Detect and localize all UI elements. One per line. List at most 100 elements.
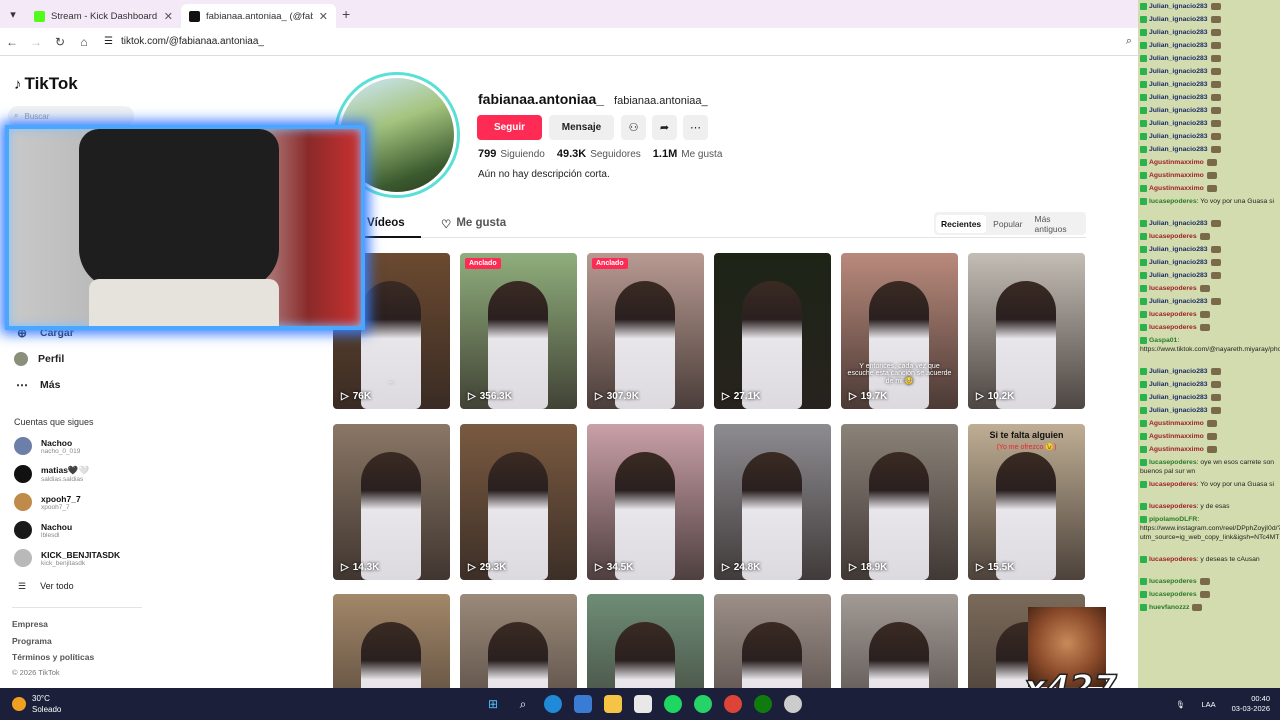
video-thumbnail[interactable]: ▷ 14.3K xyxy=(333,424,450,580)
stat-following[interactable]: 799 Siguiendo xyxy=(478,148,545,160)
chat-username[interactable]: Agustinmaxximo xyxy=(1149,172,1204,179)
footer-link-terms[interactable]: Términos y políticas xyxy=(12,652,94,662)
sort-popular[interactable]: Popular xyxy=(988,215,1027,233)
chrome-icon[interactable] xyxy=(724,695,742,713)
following-account[interactable]: matias🖤🤍 saldias.saldias xyxy=(14,465,89,483)
sidebar-item-more[interactable]: ⋯ Más xyxy=(14,378,60,392)
chat-username[interactable]: Julian_ignacio283 xyxy=(1149,259,1208,266)
video-thumbnail[interactable]: ▷ 24.8K xyxy=(714,424,831,580)
chat-username[interactable]: Julian_ignacio283 xyxy=(1149,381,1208,388)
chat-username[interactable]: lucasepoderes xyxy=(1149,481,1197,488)
chat-username[interactable]: Julian_ignacio283 xyxy=(1149,55,1208,62)
stat-followers[interactable]: 49.3K Seguidores xyxy=(557,148,641,160)
input-language[interactable]: LAA xyxy=(1201,700,1215,709)
new-tab-button[interactable]: + xyxy=(342,6,350,22)
reload-icon[interactable]: ↻ xyxy=(48,35,72,49)
chat-username[interactable]: lucasepoderes xyxy=(1149,556,1197,563)
following-account[interactable]: Nachoo nacho_0_019 xyxy=(14,437,80,455)
video-thumbnail[interactable]: Anclado ▷ 307.9K xyxy=(587,253,704,409)
chat-username[interactable]: Agustinmaxximo xyxy=(1149,159,1204,166)
tab-liked[interactable]: ♡ Me gusta xyxy=(441,217,506,231)
chat-username[interactable]: Julian_ignacio283 xyxy=(1149,133,1208,140)
chat-username[interactable]: Julian_ignacio283 xyxy=(1149,298,1208,305)
search-icon[interactable]: ⌕ xyxy=(514,695,532,713)
weather-widget[interactable]: 30°C Soleado xyxy=(12,693,61,715)
store-icon[interactable] xyxy=(574,695,592,713)
clock[interactable]: 00:40 03-03-2026 xyxy=(1232,694,1270,714)
message-button[interactable]: Mensaje xyxy=(549,115,614,140)
chat-username[interactable]: Julian_ignacio283 xyxy=(1149,42,1208,49)
chat-username[interactable]: Julian_ignacio283 xyxy=(1149,68,1208,75)
obs-icon[interactable] xyxy=(634,695,652,713)
chat-username[interactable]: lucasepoderes xyxy=(1149,198,1197,205)
chat-username[interactable]: Julian_ignacio283 xyxy=(1149,120,1208,127)
see-all-link[interactable]: ☰ Ver todo xyxy=(18,581,74,592)
windows-start-icon[interactable]: ⊞ xyxy=(484,695,502,713)
chat-username[interactable]: lucasepoderes xyxy=(1149,459,1197,466)
video-thumbnail[interactable]: ▷ 29.3K xyxy=(460,424,577,580)
tab-tiktok-profile[interactable]: fabianaa.antoniaa_ (@fabia ✕ xyxy=(181,4,336,28)
chat-username[interactable]: Julian_ignacio283 xyxy=(1149,220,1208,227)
tab-videos[interactable]: Vídeos xyxy=(367,217,405,229)
chat-username[interactable]: Julian_ignacio283 xyxy=(1149,146,1208,153)
edge-icon[interactable] xyxy=(544,695,562,713)
video-thumbnail[interactable]: ▷ 27.1K xyxy=(714,253,831,409)
sidebar-item-profile[interactable]: Perfil xyxy=(14,352,64,366)
chat-username[interactable]: Julian_ignacio283 xyxy=(1149,368,1208,375)
chat-username[interactable]: lucasepoderes xyxy=(1149,233,1197,240)
following-account[interactable]: xpooh7_7 xpooh7_7 xyxy=(14,493,81,511)
follow-button[interactable]: Seguir xyxy=(477,115,542,140)
video-thumbnail[interactable]: ▷ 34.5K xyxy=(587,424,704,580)
chat-username[interactable]: lucasepoderes xyxy=(1149,311,1197,318)
video-thumbnail[interactable]: ▷ 18.9K xyxy=(841,424,958,580)
footer-link-program[interactable]: Programa xyxy=(12,636,52,646)
more-options-icon[interactable]: ⋯ xyxy=(683,115,708,140)
home-icon[interactable]: ⌂ xyxy=(72,35,96,49)
following-account[interactable]: KICK_BENJITASDK kick_benjitasdk xyxy=(14,549,120,567)
chat-username[interactable]: Gaspa01 xyxy=(1149,337,1177,344)
chat-username[interactable]: Agustinmaxximo xyxy=(1149,420,1204,427)
url-field[interactable]: ☰ tiktok.com/@fabianaa.antoniaa_ xyxy=(104,36,1126,47)
chat-username[interactable]: lucasepoderes xyxy=(1149,285,1197,292)
search-input[interactable]: ⌕ Buscar xyxy=(8,106,134,126)
chat-username[interactable]: huevfanozzz xyxy=(1149,604,1189,611)
chat-username[interactable]: Julian_ignacio283 xyxy=(1149,407,1208,414)
video-thumbnail[interactable]: Anclado ▷ 356.3K xyxy=(460,253,577,409)
chat-username[interactable]: Julian_ignacio283 xyxy=(1149,394,1208,401)
chat-username[interactable]: lucasepoderes xyxy=(1149,324,1197,331)
sort-recent[interactable]: Recientes xyxy=(936,214,987,233)
video-thumbnail[interactable]: Si te falta alguien (Yo me ofrezco 😉) ▷ 15.… xyxy=(968,424,1085,580)
forward-icon[interactable]: → xyxy=(24,35,48,49)
chat-username[interactable]: Julian_ignacio283 xyxy=(1149,29,1208,36)
add-friend-icon[interactable]: ⚇ xyxy=(621,115,646,140)
close-tab-icon[interactable]: ✕ xyxy=(164,10,173,23)
sort-oldest[interactable]: Más antiguos xyxy=(1029,210,1084,238)
zoom-icon[interactable]: ⌕ xyxy=(1126,35,1132,48)
tab-list-icon[interactable]: ▾ xyxy=(0,8,26,21)
video-thumbnail[interactable]: ▷ 10.2K xyxy=(968,253,1085,409)
chat-username[interactable]: Agustinmaxximo xyxy=(1149,446,1204,453)
chat-username[interactable]: Julian_ignacio283 xyxy=(1149,81,1208,88)
spotify-icon[interactable] xyxy=(664,695,682,713)
chat-username[interactable]: pipolamoDLFR xyxy=(1149,516,1197,523)
chat-username[interactable]: Julian_ignacio283 xyxy=(1149,3,1208,10)
tiktok-logo[interactable]: ♪ TikTok xyxy=(14,74,78,94)
chat-username[interactable]: lucasepoderes xyxy=(1149,591,1197,598)
chat-username[interactable]: Julian_ignacio283 xyxy=(1149,16,1208,23)
xbox-icon[interactable] xyxy=(754,695,772,713)
tab-kick-dashboard[interactable]: Stream - Kick Dashboard ✕ xyxy=(26,4,181,28)
whatsapp-icon[interactable] xyxy=(694,695,712,713)
file-explorer-icon[interactable] xyxy=(604,695,622,713)
video-thumbnail[interactable]: Y entonces, cada vez que escuche esta ca… xyxy=(841,253,958,409)
chat-username[interactable]: Julian_ignacio283 xyxy=(1149,107,1208,114)
app-icon[interactable] xyxy=(784,695,802,713)
chat-username[interactable]: Julian_ignacio283 xyxy=(1149,94,1208,101)
chat-username[interactable]: Julian_ignacio283 xyxy=(1149,246,1208,253)
chat-username[interactable]: lucasepoderes xyxy=(1149,578,1197,585)
chat-username[interactable]: Agustinmaxximo xyxy=(1149,433,1204,440)
following-account[interactable]: Nachou lblesdl xyxy=(14,521,72,539)
back-icon[interactable]: ← xyxy=(0,35,24,49)
close-tab-icon[interactable]: ✕ xyxy=(319,10,328,23)
site-info-icon[interactable]: ☰ xyxy=(104,36,113,47)
share-icon[interactable]: ➦ xyxy=(652,115,677,140)
